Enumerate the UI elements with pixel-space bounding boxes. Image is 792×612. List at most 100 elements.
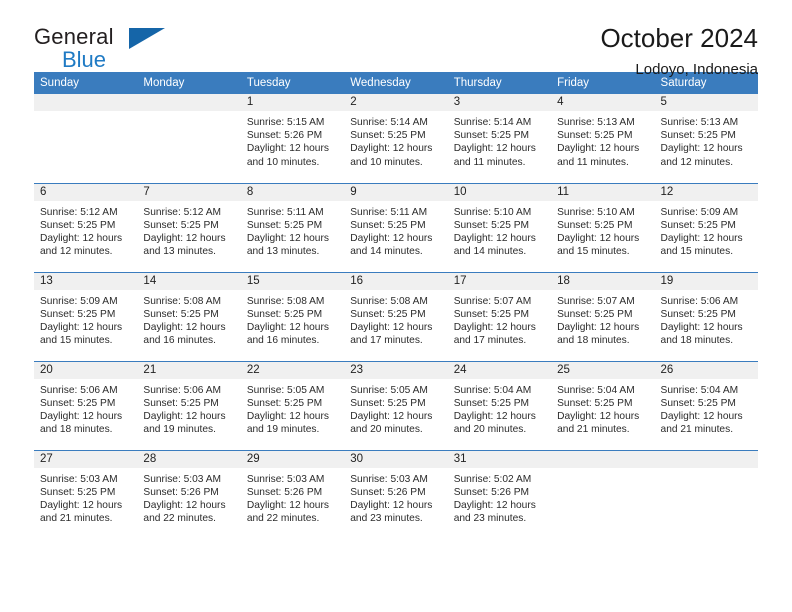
calendar-day-cell[interactable]: 22 Sunrise: 5:05 AM Sunset: 5:25 PM Dayligh… xyxy=(240,360,345,450)
weekday-header-sunday: Sunday xyxy=(34,72,138,94)
daylight-text-line2: and 15 minutes. xyxy=(40,335,113,347)
calendar-day-cell[interactable]: 20 Sunrise: 5:06 AM Sunset: 5:25 PM Dayligh… xyxy=(34,360,138,450)
daylight-text-line1: Daylight: 12 hours xyxy=(246,232,329,244)
day-number: 10 xyxy=(447,183,552,201)
calendar-day-cell[interactable]: 29 Sunrise: 5:03 AM Sunset: 5:26 PM Dayligh… xyxy=(240,449,345,539)
sunrise-text: Sunrise: 5:10 AM xyxy=(453,206,532,218)
calendar-day-cell[interactable]: 5 Sunrise: 5:13 AM Sunset: 5:25 PM Daylight… xyxy=(654,94,758,183)
calendar-day-cell[interactable]: 23 Sunrise: 5:05 AM Sunset: 5:25 PM Dayligh… xyxy=(344,360,448,450)
daylight-text-line2: and 13 minutes. xyxy=(143,246,216,258)
calendar-day-cell[interactable]: 6 Sunrise: 5:12 AM Sunset: 5:25 PM Daylight… xyxy=(34,182,138,272)
daylight-text-line2: and 17 minutes. xyxy=(453,335,527,347)
calendar-body: 1 Sunrise: 5:15 AM Sunset: 5:26 PM Daylight… xyxy=(34,94,758,539)
calendar-day-cell[interactable]: 3 Sunrise: 5:14 AM Sunset: 5:25 PM Daylight… xyxy=(447,94,552,183)
day-number: 15 xyxy=(240,272,345,290)
calendar-day-cell[interactable]: 25 Sunrise: 5:04 AM Sunset: 5:25 PM Dayligh… xyxy=(551,360,655,450)
sunset-text: Sunset: 5:25 PM xyxy=(350,130,426,142)
day-number: 9 xyxy=(344,183,448,201)
day-number: 6 xyxy=(34,183,138,201)
day-details: Sunrise: 5:06 AM Sunset: 5:25 PM Daylight:… xyxy=(137,379,240,437)
daylight-text-line1: Daylight: 12 hours xyxy=(453,499,536,511)
weekday-header-thursday: Thursday xyxy=(447,72,552,94)
calendar-day-cell[interactable]: 12 Sunrise: 5:09 AM Sunset: 5:25 PM Dayligh… xyxy=(654,182,758,272)
daylight-text-line1: Daylight: 12 hours xyxy=(660,232,743,244)
daylight-text-line2: and 15 minutes. xyxy=(557,246,630,258)
calendar-day-cell[interactable]: 11 Sunrise: 5:10 AM Sunset: 5:25 PM Dayligh… xyxy=(551,182,655,272)
calendar-week-row: 20 Sunrise: 5:06 AM Sunset: 5:25 PM Dayligh… xyxy=(34,360,758,450)
daylight-text-line1: Daylight: 12 hours xyxy=(246,410,329,422)
day-details: Sunrise: 5:04 AM Sunset: 5:25 PM Daylight:… xyxy=(655,379,758,437)
day-number: 13 xyxy=(34,272,138,290)
calendar-day-cell[interactable]: 14 Sunrise: 5:08 AM Sunset: 5:25 PM Dayligh… xyxy=(137,271,241,361)
day-number: 31 xyxy=(447,450,552,468)
calendar-day-cell[interactable]: 15 Sunrise: 5:08 AM Sunset: 5:25 PM Dayligh… xyxy=(240,271,345,361)
day-number: 8 xyxy=(240,183,345,201)
calendar-day-cell[interactable]: 7 Sunrise: 5:12 AM Sunset: 5:25 PM Daylight… xyxy=(137,182,241,272)
day-number xyxy=(551,450,655,468)
day-details: Sunrise: 5:09 AM Sunset: 5:25 PM Daylight:… xyxy=(34,290,137,348)
calendar-day-cell[interactable]: 13 Sunrise: 5:09 AM Sunset: 5:25 PM Dayligh… xyxy=(34,271,138,361)
calendar-day-cell[interactable]: 16 Sunrise: 5:08 AM Sunset: 5:25 PM Dayligh… xyxy=(344,271,448,361)
sunrise-text: Sunrise: 5:11 AM xyxy=(350,206,428,218)
daylight-text-line2: and 11 minutes. xyxy=(453,156,526,168)
calendar-day-cell[interactable]: 27 Sunrise: 5:03 AM Sunset: 5:25 PM Dayligh… xyxy=(34,449,138,539)
sunrise-text: Sunrise: 5:12 AM xyxy=(40,206,118,218)
sunset-text: Sunset: 5:25 PM xyxy=(453,397,530,409)
sunset-text: Sunset: 5:25 PM xyxy=(350,397,426,409)
daylight-text-line2: and 10 minutes. xyxy=(246,156,320,168)
daylight-text-line2: and 10 minutes. xyxy=(350,156,423,168)
day-details: Sunrise: 5:12 AM Sunset: 5:25 PM Daylight:… xyxy=(34,201,137,259)
weekday-header-monday: Monday xyxy=(137,72,241,94)
day-number xyxy=(137,94,241,111)
sunset-text: Sunset: 5:25 PM xyxy=(557,130,633,142)
logo-triangle-icon xyxy=(129,28,165,49)
calendar-day-cell[interactable]: 21 Sunrise: 5:06 AM Sunset: 5:25 PM Dayligh… xyxy=(137,360,241,450)
daylight-text-line1: Daylight: 12 hours xyxy=(350,410,433,422)
daylight-text-line1: Daylight: 12 hours xyxy=(246,143,329,155)
calendar-day-cell[interactable]: 28 Sunrise: 5:03 AM Sunset: 5:26 PM Dayligh… xyxy=(137,449,241,539)
calendar-day-cell[interactable]: 18 Sunrise: 5:07 AM Sunset: 5:25 PM Dayligh… xyxy=(551,271,655,361)
sunset-text: Sunset: 5:25 PM xyxy=(660,308,736,320)
calendar-day-cell[interactable]: 2 Sunrise: 5:14 AM Sunset: 5:25 PM Daylight… xyxy=(344,94,448,183)
day-number: 29 xyxy=(240,450,345,468)
sunrise-text: Sunrise: 5:09 AM xyxy=(40,295,118,307)
calendar-day-cell[interactable]: 17 Sunrise: 5:07 AM Sunset: 5:25 PM Dayligh… xyxy=(447,271,552,361)
sunset-text: Sunset: 5:25 PM xyxy=(557,308,633,320)
sunset-text: Sunset: 5:26 PM xyxy=(143,486,219,498)
sunrise-text: Sunrise: 5:10 AM xyxy=(557,206,635,218)
daylight-text-line1: Daylight: 12 hours xyxy=(453,321,536,333)
sunrise-text: Sunrise: 5:06 AM xyxy=(660,295,739,307)
calendar-day-cell[interactable]: 9 Sunrise: 5:11 AM Sunset: 5:25 PM Daylight… xyxy=(344,182,448,272)
daylight-text-line2: and 20 minutes. xyxy=(453,424,527,436)
daylight-text-line1: Daylight: 12 hours xyxy=(143,232,226,244)
day-details: Sunrise: 5:09 AM Sunset: 5:25 PM Daylight:… xyxy=(655,201,758,259)
calendar-day-cell[interactable]: 4 Sunrise: 5:13 AM Sunset: 5:25 PM Daylight… xyxy=(551,94,655,183)
day-number xyxy=(34,94,138,111)
daylight-text-line1: Daylight: 12 hours xyxy=(453,232,536,244)
day-details: Sunrise: 5:04 AM Sunset: 5:25 PM Daylight:… xyxy=(551,379,654,437)
calendar-day-cell[interactable]: 8 Sunrise: 5:11 AM Sunset: 5:25 PM Daylight… xyxy=(240,182,345,272)
calendar-day-cell[interactable]: 30 Sunrise: 5:03 AM Sunset: 5:26 PM Dayligh… xyxy=(344,449,448,539)
day-number: 14 xyxy=(137,272,241,290)
day-number: 21 xyxy=(137,361,241,379)
day-number: 4 xyxy=(551,94,655,111)
calendar-cell-empty xyxy=(34,94,138,183)
daylight-text-line1: Daylight: 12 hours xyxy=(660,410,743,422)
calendar-day-cell[interactable]: 10 Sunrise: 5:10 AM Sunset: 5:25 PM Dayligh… xyxy=(447,182,552,272)
calendar-day-cell[interactable]: 19 Sunrise: 5:06 AM Sunset: 5:25 PM Dayligh… xyxy=(654,271,758,361)
calendar-cell-empty xyxy=(654,449,758,539)
day-number: 23 xyxy=(344,361,448,379)
calendar-day-cell[interactable]: 24 Sunrise: 5:04 AM Sunset: 5:25 PM Dayligh… xyxy=(447,360,552,450)
calendar-day-cell[interactable]: 26 Sunrise: 5:04 AM Sunset: 5:25 PM Dayligh… xyxy=(654,360,758,450)
sunset-text: Sunset: 5:25 PM xyxy=(660,130,736,142)
calendar-day-cell[interactable]: 31 Sunrise: 5:02 AM Sunset: 5:26 PM Dayligh… xyxy=(447,449,552,539)
page-title: October 2024 xyxy=(600,23,758,53)
daylight-text-line2: and 22 minutes. xyxy=(246,513,320,525)
sunset-text: Sunset: 5:25 PM xyxy=(40,397,116,409)
calendar-day-cell[interactable]: 1 Sunrise: 5:15 AM Sunset: 5:26 PM Daylight… xyxy=(240,94,345,183)
day-details: Sunrise: 5:05 AM Sunset: 5:25 PM Daylight:… xyxy=(241,379,344,437)
day-details: Sunrise: 5:06 AM Sunset: 5:25 PM Daylight:… xyxy=(34,379,137,437)
day-details: Sunrise: 5:11 AM Sunset: 5:25 PM Daylight:… xyxy=(241,201,344,259)
sunset-text: Sunset: 5:25 PM xyxy=(453,130,530,142)
sunrise-text: Sunrise: 5:07 AM xyxy=(453,295,532,307)
